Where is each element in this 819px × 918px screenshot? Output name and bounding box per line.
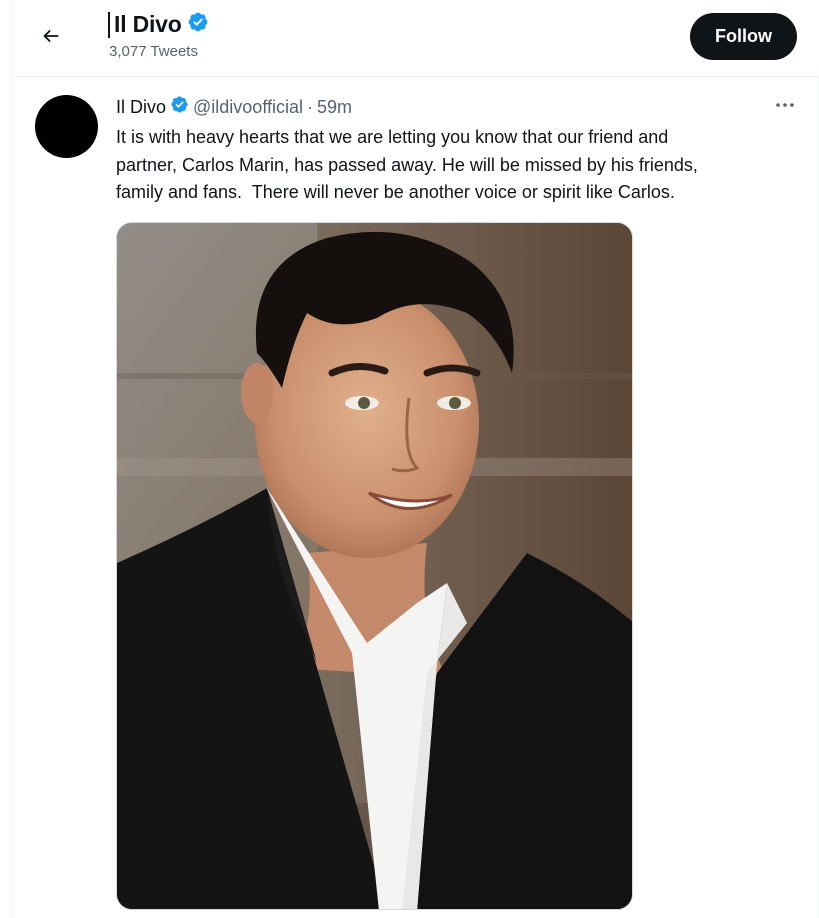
more-options-button[interactable] [773,95,797,115]
tweet-text: It is with heavy hearts that we are lett… [116,127,698,202]
tweet-photo[interactable] [116,222,633,910]
tweet-header: Il Divo @ildivoofficial · 59m [116,95,352,119]
timeline-left-border [11,0,12,918]
more-horizontal-icon [776,103,794,107]
tweet-timestamp[interactable]: 59m [317,97,352,118]
profile-title: Il Divo [114,11,209,38]
text-cursor [108,12,110,38]
portrait-photo [117,223,632,909]
author-name[interactable]: Il Divo [116,97,166,118]
author-handle[interactable]: @ildivoofficial [193,97,303,118]
header-divider [12,76,819,77]
verified-badge-icon [187,11,209,38]
profile-header: Il Divo 3,077 Tweets Follow [12,0,819,76]
separator-dot: · [307,96,314,117]
verified-badge-icon [170,95,189,119]
avatar[interactable] [35,95,98,158]
follow-button[interactable]: Follow [690,13,797,60]
profile-name: Il Divo [114,11,182,37]
back-button[interactable] [34,19,68,53]
tweet-count: 3,077 Tweets [109,43,198,60]
arrow-left-icon [43,29,59,43]
